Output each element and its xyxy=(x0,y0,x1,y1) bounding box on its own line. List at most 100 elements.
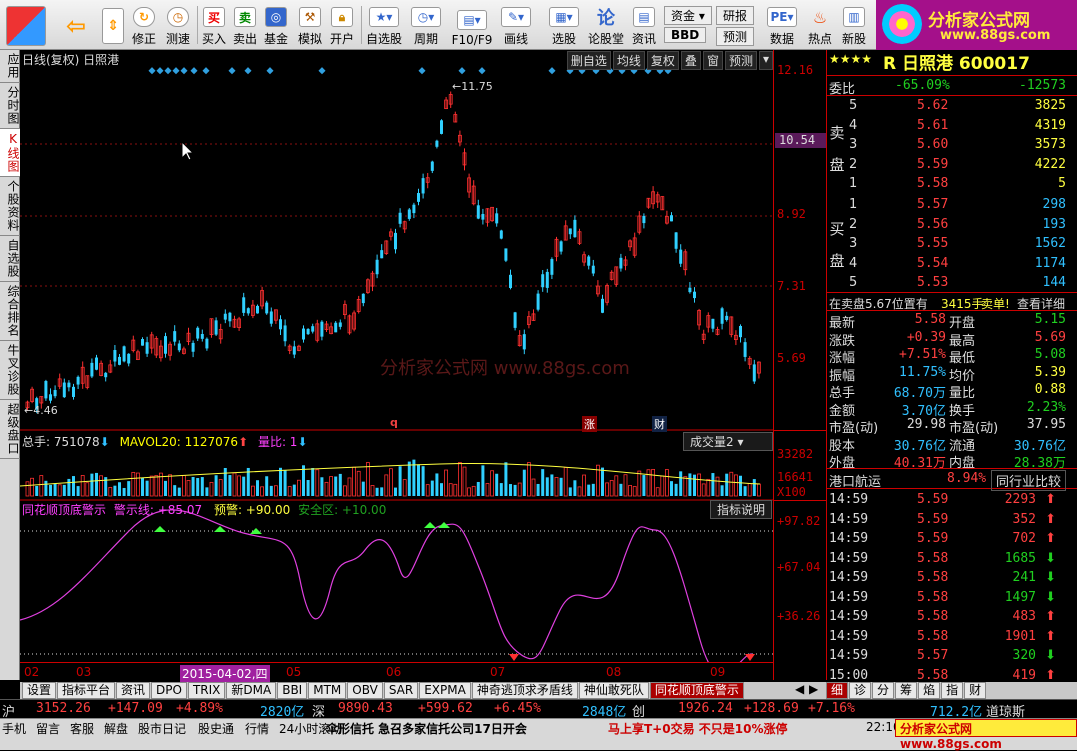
tick-volume: 1497 xyxy=(1004,589,1036,605)
indicator-tab-1[interactable]: 指标平台 xyxy=(57,682,116,699)
chart-btn-5[interactable]: 预测 xyxy=(724,51,757,70)
indicator-tab-13[interactable]: 同花顺顶底警示 xyxy=(649,682,744,699)
forecast-button[interactable]: 预测 xyxy=(716,27,755,46)
event-mark-rise[interactable]: 涨 xyxy=(582,416,597,432)
watchlist-button[interactable]: ★▾ 自选股 xyxy=(364,3,404,47)
indicator-help-button[interactable]: 指标说明 xyxy=(710,500,773,519)
volume-bar xyxy=(338,473,342,496)
tick-row: 14:59 5.58 483 ⬆ xyxy=(827,608,1077,627)
hotspot-button[interactable]: ♨ 热点 xyxy=(804,3,836,47)
candle-body xyxy=(67,382,71,388)
simulate-button[interactable]: ⚒ 模拟 xyxy=(294,3,326,47)
forum-button[interactable]: 论论股堂 xyxy=(586,3,626,47)
left-tab-0[interactable]: 应用 xyxy=(0,50,20,83)
event-mark-finance[interactable]: 财 xyxy=(652,416,667,432)
status-item-5[interactable]: 股史通 xyxy=(198,720,234,737)
indicator-tab-4[interactable]: TRIX xyxy=(187,682,226,699)
volume-bar xyxy=(370,485,375,497)
kline-chart[interactable]: 日线(复权) 日照港 删自选 均线 复权叠窗预测 ▾ 分析家公式网 www.88gs.… xyxy=(20,50,773,680)
indicator-tab-5[interactable]: 新DMA xyxy=(226,682,277,699)
indicator-tab-11[interactable]: 神奇逃顶求矛盾线 xyxy=(471,682,578,699)
right-tab-4[interactable]: 焰 xyxy=(918,682,941,699)
left-tab-7[interactable]: 超级盘口 xyxy=(0,400,20,459)
chart-menu-button[interactable]: ▾ xyxy=(758,51,773,70)
chart-btn-2[interactable]: 复权 xyxy=(646,51,679,70)
volume-bar xyxy=(164,480,167,496)
tab-scroll-buttons[interactable]: ◀ ▶ xyxy=(793,682,826,699)
status-item-0[interactable]: 手机 xyxy=(2,720,26,737)
indicator-tab-7[interactable]: MTM xyxy=(308,682,347,699)
status-item-6[interactable]: 行情 xyxy=(245,720,269,737)
buy-icon: 买 xyxy=(203,7,225,27)
volume-bar xyxy=(85,482,90,497)
volume-bar xyxy=(734,474,738,497)
chart-btn-4[interactable]: 窗 xyxy=(702,51,723,70)
left-tab-2[interactable]: K线图 xyxy=(0,129,20,177)
indicator-tab-2[interactable]: 资讯 xyxy=(116,682,151,699)
fund-button[interactable]: ◎ 基金 xyxy=(262,3,290,47)
tick-time: 14:59 xyxy=(829,570,869,585)
open-account-button[interactable]: 🔒︎ 开户 xyxy=(326,3,358,47)
bid-row: 3 5.55 1562 xyxy=(827,235,1077,254)
capital-dropdown[interactable]: 资金 ▾ xyxy=(664,6,712,25)
volume-bar xyxy=(279,467,282,496)
event-mark-q[interactable]: q xyxy=(390,416,398,429)
indicator-tab-12[interactable]: 神仙敢死队 xyxy=(578,682,649,699)
updown-button[interactable]: ⇕ xyxy=(102,3,124,47)
indicator-tab-3[interactable]: DPO xyxy=(151,682,187,699)
tick-price: 5.59 xyxy=(917,492,949,507)
back-button[interactable]: ⇦ xyxy=(56,3,96,47)
indicator-tab-8[interactable]: OBV xyxy=(347,682,383,699)
ipo-icon: ▥ xyxy=(843,7,865,27)
order-notice[interactable]: 在卖盘5.67位置有 3415手 卖单! 查看详细 xyxy=(827,292,1077,311)
indicator-tab-0[interactable]: 设置 xyxy=(22,682,57,699)
volume-dropdown[interactable]: 成交量2 ▾ xyxy=(683,432,773,451)
period-button[interactable]: ◷▾ 周期 xyxy=(406,3,446,47)
draw-line-button[interactable]: ✎▾ 画线 xyxy=(498,3,534,47)
volume-bar xyxy=(444,469,449,497)
promo-ticker[interactable]: 马上享T+0交易 不只是10%涨停 xyxy=(608,720,788,737)
volume-bar xyxy=(296,479,301,497)
left-tab-1[interactable]: 分时图 xyxy=(0,83,20,129)
home-button[interactable] xyxy=(4,3,48,47)
bid-volume: 193 xyxy=(1042,216,1066,232)
stock-pick-button[interactable]: ▦▾ 选股 xyxy=(544,3,584,47)
f10-button[interactable]: ▤▾ F10/F9 xyxy=(450,3,494,47)
speed-test-button[interactable]: ◷ 测速 xyxy=(162,3,194,47)
right-tab-3[interactable]: 筹 xyxy=(895,682,918,699)
right-tab-2[interactable]: 分 xyxy=(872,682,895,699)
volume-bar xyxy=(181,475,186,497)
indicator-tab-10[interactable]: EXPMA xyxy=(419,682,471,699)
indicator-tab-9[interactable]: SAR xyxy=(383,682,419,699)
sell-button[interactable]: 卖卖出 xyxy=(231,3,259,47)
right-tab-6[interactable]: 财 xyxy=(964,682,987,699)
right-tab-0[interactable]: 细 xyxy=(826,682,849,699)
status-item-2[interactable]: 客服 xyxy=(70,720,94,737)
bbd-button[interactable]: BBD xyxy=(664,27,707,43)
left-tab-3[interactable]: 个股资料 xyxy=(0,177,20,236)
industry-compare-button[interactable]: 同行业比较 xyxy=(991,470,1067,491)
indicator-axis: +97.82 +67.04 +36.26 xyxy=(773,500,826,680)
left-tab-4[interactable]: 自选股 xyxy=(0,236,20,282)
right-tab-5[interactable]: 指 xyxy=(941,682,964,699)
research-button[interactable]: 研报 xyxy=(716,6,755,25)
chart-btn-1[interactable]: 均线 xyxy=(612,51,645,70)
indicator-tab-6[interactable]: BBI xyxy=(277,682,308,699)
chart-btn-3[interactable]: 叠 xyxy=(680,51,701,70)
volume-bar xyxy=(292,484,296,496)
fix-button[interactable]: ↻ 修正 xyxy=(128,3,160,47)
news-button[interactable]: ▤ 资讯 xyxy=(628,3,660,47)
buy-button[interactable]: 买买入 xyxy=(200,3,228,47)
chart-btn-0[interactable]: 删自选 xyxy=(566,51,611,70)
status-item-3[interactable]: 解盘 xyxy=(104,720,128,737)
volume-bar xyxy=(62,484,66,496)
news-ticker[interactable]: 伞形信托 急召多家信托公司17日开会 xyxy=(326,720,527,737)
candle-body xyxy=(522,334,526,350)
status-item-4[interactable]: 股市日记 xyxy=(138,720,186,737)
status-item-1[interactable]: 留言 xyxy=(36,720,60,737)
right-tab-1[interactable]: 诊 xyxy=(849,682,872,699)
data-button[interactable]: PE▾ 数据 xyxy=(762,3,802,47)
left-tab-5[interactable]: 综合排名 xyxy=(0,282,20,341)
left-tab-6[interactable]: 牛叉诊股 xyxy=(0,341,20,400)
ipo-button[interactable]: ▥ 新股 xyxy=(838,3,870,47)
